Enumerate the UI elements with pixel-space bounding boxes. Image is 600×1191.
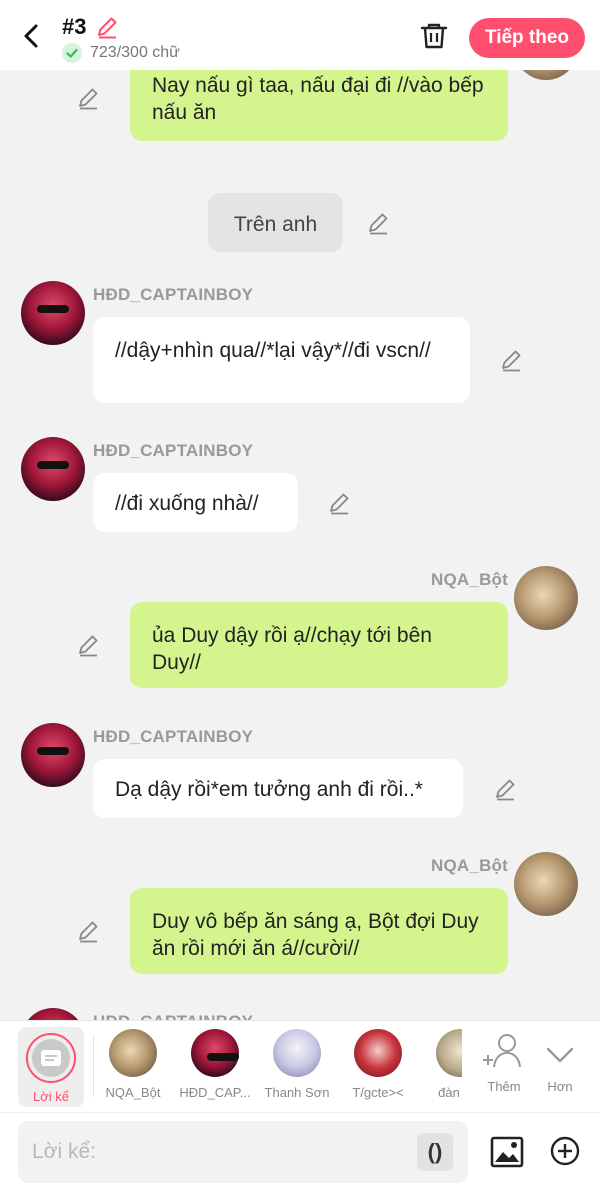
edit-message-pencil-icon[interactable]	[75, 632, 101, 658]
character-option[interactable]: NQA_Bột	[93, 1027, 173, 1107]
character-name: T/gcte><	[352, 1085, 404, 1100]
character-option[interactable]: đàn	[420, 1027, 462, 1107]
avatar[interactable]	[21, 437, 85, 501]
back-arrow-icon[interactable]	[14, 18, 50, 54]
avatar[interactable]	[514, 566, 578, 630]
character-selector: Lời kể NQA_Bột HĐD_CAP... Thanh Sơn T/gc…	[0, 1020, 600, 1112]
message-bubble[interactable]: //đi xuống nhà//	[93, 473, 298, 532]
narration-bubble[interactable]: Trên anh	[208, 193, 343, 252]
avatar[interactable]	[21, 723, 85, 787]
plus-icon[interactable]	[549, 1135, 581, 1167]
character-avatar	[191, 1029, 239, 1077]
narrator-option[interactable]: Lời kể	[18, 1027, 84, 1107]
character-name: HĐD_CAP...	[179, 1085, 251, 1100]
top-bar: #3 723/300 chữ Tiếp theo	[0, 0, 600, 70]
character-avatar	[436, 1029, 462, 1077]
message-bubble[interactable]: //dậy+nhìn qua//*lại vậy*//đi vscn//	[93, 317, 470, 403]
sender-name: HĐD_CAPTAINBOY	[93, 1012, 253, 1020]
sender-name: HĐD_CAPTAINBOY	[93, 285, 254, 304]
add-user-icon	[483, 1034, 521, 1068]
chevron-down-icon	[546, 1047, 574, 1063]
avatar[interactable]	[21, 281, 85, 345]
edit-message-pencil-icon[interactable]	[365, 210, 391, 236]
check-icon	[62, 43, 82, 63]
character-option[interactable]: T/gcte><	[338, 1027, 418, 1107]
compose-bar: ()	[0, 1112, 600, 1191]
chat-area[interactable]: Nay nấu gì taa, nấu đại đi //vào bếp nấu…	[0, 70, 600, 1020]
edit-message-pencil-icon[interactable]	[75, 918, 101, 944]
more-button[interactable]: Hơn	[532, 1031, 588, 1101]
narrator-icon	[26, 1033, 76, 1083]
character-avatar	[109, 1029, 157, 1077]
image-icon[interactable]	[490, 1135, 524, 1169]
edit-message-pencil-icon[interactable]	[498, 347, 524, 373]
character-name: NQA_Bột	[105, 1085, 161, 1100]
avatar[interactable]	[21, 1008, 85, 1020]
more-label: Hơn	[547, 1079, 573, 1094]
message-bubble[interactable]: ủa Duy dậy rồi ạ//chạy tới bên Duy//	[130, 602, 508, 688]
message-bubble[interactable]: Nay nấu gì taa, nấu đại đi //vào bếp nấu…	[130, 70, 508, 141]
character-name: đàn	[438, 1085, 460, 1100]
sender-name: HĐD_CAPTAINBOY	[93, 441, 254, 460]
add-character-button[interactable]: Thêm	[476, 1031, 532, 1101]
avatar[interactable]	[514, 70, 578, 80]
message-bubble[interactable]: Duy vô bếp ăn sáng ạ, Bột đợi Duy ăn rồi…	[130, 888, 508, 974]
character-option[interactable]: Thanh Sơn	[257, 1027, 337, 1107]
sender-name: NQA_Bột	[431, 856, 508, 875]
character-avatar	[273, 1029, 321, 1077]
next-button[interactable]: Tiếp theo	[469, 18, 585, 58]
add-label: Thêm	[487, 1079, 521, 1094]
character-option[interactable]: HĐD_CAP...	[175, 1027, 255, 1107]
action-parentheses-button[interactable]: ()	[417, 1133, 453, 1171]
character-avatar	[354, 1029, 402, 1077]
word-count: 723/300 chữ	[90, 44, 180, 61]
message-input[interactable]	[18, 1121, 468, 1183]
narrator-label: Lời kể	[33, 1089, 69, 1104]
message-bubble[interactable]: Dạ dậy rồi*em tưởng anh đi rồi..*	[93, 759, 463, 818]
chapter-number: #3	[62, 14, 87, 39]
trash-icon[interactable]	[418, 20, 450, 52]
edit-message-pencil-icon[interactable]	[326, 490, 352, 516]
avatar[interactable]	[514, 852, 578, 916]
edit-title-pencil-icon[interactable]	[94, 14, 120, 40]
edit-message-pencil-icon[interactable]	[492, 776, 518, 802]
sender-name: NQA_Bột	[431, 570, 508, 589]
edit-message-pencil-icon[interactable]	[75, 85, 101, 111]
character-name: Thanh Sơn	[264, 1085, 330, 1100]
sender-name: HĐD_CAPTAINBOY	[93, 727, 254, 746]
